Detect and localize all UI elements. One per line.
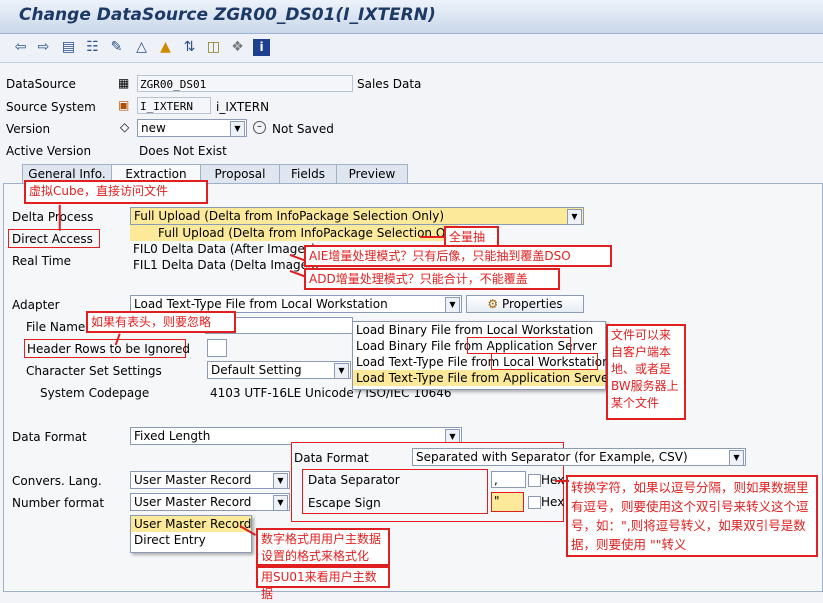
annotation-escape: 转换字符，如果以逗号分隔，则如果数据里有逗号，则要使用这个双引号来转义这个逗号，… (566, 475, 818, 557)
charset-label: Character Set Settings (26, 364, 162, 378)
list-item[interactable]: User Master Record (131, 516, 251, 532)
chevron-down-icon[interactable]: ▼ (729, 450, 744, 466)
application-toolbar: ⇦ ⇨ ▤ ☷ ✎ △ ▲ ⇅ ◫ ❖ i (0, 34, 823, 63)
database-icon[interactable]: ◫ (205, 39, 222, 56)
chevron-down-icon[interactable]: ▼ (445, 297, 460, 313)
list-item[interactable]: Load Binary File from Local Workstation (353, 322, 605, 338)
version-label: Version (6, 122, 51, 136)
number-format-value: User Master Record (134, 495, 252, 509)
arrow-virtual-cube (59, 204, 61, 231)
chevron-down-icon[interactable]: ▼ (230, 121, 245, 137)
number-format-list: User Master Record Direct Entry (130, 515, 252, 553)
real-time-label: Real Time (12, 254, 72, 268)
where-used-icon[interactable]: △ (133, 39, 150, 56)
back-arrow-icon[interactable]: ⇦ (12, 39, 29, 56)
direct-access-label: Direct Access (12, 232, 93, 246)
object-icon[interactable]: ❖ (229, 39, 246, 56)
sort-icon[interactable]: ⇅ (181, 39, 198, 56)
edit-pencil-icon[interactable]: ✎ (108, 39, 125, 56)
annotation-file-source: 文件可以来自客户端本地、或者是BW服务器上某个文件 (606, 324, 686, 420)
convers-lang-dropdown[interactable]: User Master Record ▼ (130, 471, 290, 489)
list-item[interactable]: Load Text-Type File from Application Ser… (353, 370, 613, 386)
escape-sign-input[interactable]: " (491, 492, 524, 512)
escape-sign-label: Escape Sign (308, 496, 381, 510)
active-version-label: Active Version (6, 144, 92, 158)
forward-arrow-icon[interactable]: ⇨ (35, 39, 52, 56)
display-icon[interactable]: ▤ (60, 39, 77, 56)
list-item[interactable]: FIL0 Delta Data (After Images) (130, 241, 316, 257)
tab-preview[interactable]: Preview (336, 164, 408, 184)
delta-process-value: Full Upload (Delta from InfoPackage Sele… (134, 209, 444, 223)
version-status: Not Saved (272, 122, 334, 136)
local-workstation-highlight (491, 353, 598, 370)
annotation-su01: 用SU01来看用户主数据 (256, 566, 390, 601)
source-system-label: Source System (6, 100, 96, 114)
adapter-label: Adapter (12, 298, 60, 312)
application-server-highlight (467, 337, 571, 354)
datasource-label: DataSource (6, 77, 76, 91)
properties-button[interactable]: ⚙ Properties (466, 295, 584, 313)
version-value: new (141, 121, 166, 135)
chevron-down-icon[interactable]: ▼ (273, 473, 288, 489)
number-format-label: Number format (12, 496, 105, 510)
info-pin-icon[interactable]: ▲ (157, 39, 174, 56)
chevron-down-icon[interactable]: ▼ (334, 363, 349, 379)
annotation-add-mode: ADD增量处理模式？只能合计，不能覆盖 (304, 268, 560, 290)
annotation-aie-mode: AIE增量处理模式？只有后像，只能抽到覆盖DSO (304, 245, 612, 267)
list-item[interactable]: Direct Entry (131, 532, 251, 548)
number-format-dropdown[interactable]: User Master Record ▼ (130, 493, 290, 511)
popup-data-format-dropdown[interactable]: Separated with Separator (for Example, C… (412, 448, 746, 466)
version-dropdown[interactable]: new ▼ (137, 119, 247, 137)
arrow-full-extract (420, 236, 446, 238)
window-title: Change DataSource ZGR00_DS01(I_IXTERN) (19, 5, 436, 25)
data-format-value: Fixed Length (134, 429, 211, 443)
file-name-label: File Name (26, 320, 86, 334)
datasource-text: Sales Data (357, 77, 422, 91)
popup-data-format-label: Data Format (294, 451, 369, 465)
header-rows-label: Header Rows to be Ignored (27, 342, 190, 356)
tab-fields[interactable]: Fields (279, 164, 337, 184)
title-bar: Change DataSource ZGR00_DS01(I_IXTERN) (0, 0, 823, 34)
codepage-label: System Codepage (40, 386, 150, 400)
data-separator-label: Data Separator (308, 473, 400, 487)
delta-process-label: Delta Process (12, 210, 94, 224)
source-system-field: I_IXTERN (137, 97, 211, 114)
information-icon[interactable]: i (253, 39, 270, 56)
hex-label: Hex (541, 495, 565, 509)
hierarchy-icon[interactable]: ☷ (84, 39, 101, 56)
minus-circle-icon: – (253, 121, 266, 134)
datasource-field: ZGR00_DS01 (137, 75, 353, 92)
escape-sign-hex-checkbox[interactable] (528, 496, 541, 509)
annotation-number-format: 数字格式用用户主数据设置的格式来格式化 (256, 528, 390, 566)
header-rows-input[interactable] (207, 339, 227, 357)
properties-label: Properties (501, 297, 563, 311)
data-format-label: Data Format (12, 430, 87, 444)
chevron-down-icon[interactable]: ▼ (567, 209, 582, 225)
arrow-escape (555, 480, 569, 482)
system-icon: ▣ (118, 98, 130, 112)
tab-proposal[interactable]: Proposal (200, 164, 280, 184)
adapter-value: Load Text-Type File from Local Workstati… (134, 297, 388, 311)
delta-process-list: Full Upload (Delta from InfoPackage Sele… (130, 225, 468, 275)
diamond-icon: ◇ (120, 120, 130, 134)
list-item[interactable]: Full Upload (Delta from InfoPackage Sele… (130, 225, 468, 241)
annotation-virtual-cube: 虚拟Cube，直接访问文件 (24, 180, 208, 204)
convers-lang-value: User Master Record (134, 473, 252, 487)
delta-process-dropdown[interactable]: Full Upload (Delta from InfoPackage Sele… (130, 207, 584, 225)
popup-data-format-value: Separated with Separator (for Example, C… (416, 450, 688, 464)
active-version-value: Does Not Exist (139, 144, 227, 158)
chevron-down-icon[interactable]: ▼ (273, 495, 288, 511)
list-item[interactable]: FIL1 Delta Data (Delta Images) (130, 257, 319, 273)
charset-value: Default Setting (211, 363, 302, 377)
convers-lang-label: Convers. Lang. (12, 474, 102, 488)
table-icon: ▦ (118, 76, 130, 90)
annotation-header-rows: 如果有表头，则要忽略 (86, 311, 236, 333)
data-separator-input[interactable]: , (491, 471, 526, 488)
source-system-text: i_IXTERN (216, 100, 270, 114)
data-separator-hex-checkbox[interactable] (528, 474, 541, 487)
charset-dropdown[interactable]: Default Setting ▼ (207, 361, 351, 379)
properties-icon: ⚙ (487, 297, 502, 311)
